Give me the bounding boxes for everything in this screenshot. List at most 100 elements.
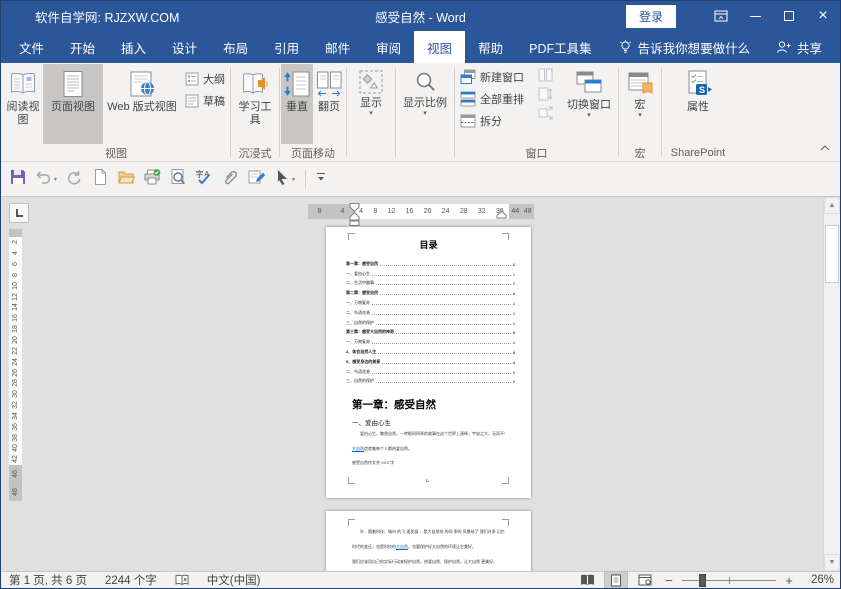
maximize-button[interactable] — [772, 1, 806, 31]
tab-pdf-tools[interactable]: PDF工具集 — [516, 31, 605, 63]
print-layout-mini-icon — [611, 574, 621, 586]
ribbon-display-options-button[interactable] — [704, 1, 738, 31]
scroll-down-arrow[interactable]: ▼ — [824, 554, 840, 571]
section-heading: 一、爱由心生 — [352, 420, 391, 428]
scroll-up-arrow[interactable]: ▲ — [824, 197, 840, 214]
crop-mark — [348, 233, 355, 240]
vertical-scrollbar[interactable]: ▲ ▼ — [823, 197, 840, 571]
undo-button[interactable]: ▾ — [35, 168, 57, 191]
page2-body: 外、随着科技、城市 的飞 速发展 ，是大自然给 的四 季的 风景给了 我们许多 … — [352, 529, 505, 565]
immersive-group-label: 沉浸式 — [238, 147, 272, 160]
repeat-button[interactable] — [65, 168, 83, 191]
new-document-button[interactable] — [91, 168, 109, 191]
share-label: 共享 — [796, 41, 822, 56]
tell-me-label: 告诉我你想要做什么 — [637, 41, 751, 56]
zoom-slider-thumb[interactable] — [699, 573, 706, 587]
tab-selector-button[interactable] — [9, 203, 29, 223]
tab-references[interactable]: 引用 — [261, 31, 312, 63]
horizontal-ruler[interactable]: 84 4 8 12 16 20 24 28 32 36 44 48 — [308, 203, 534, 226]
show-dropdown-button[interactable]: 显示 ▾ — [348, 64, 394, 144]
language-indicator[interactable]: 中文(中国) — [207, 572, 261, 588]
web-layout-view-button[interactable] — [634, 572, 656, 588]
collapse-ribbon-button[interactable] — [820, 138, 830, 156]
group-divider — [346, 68, 347, 157]
brand-text: 软件自学网: RJZXW.COM — [35, 10, 180, 25]
draft-view-button[interactable]: 草稿 — [181, 90, 229, 112]
split-button[interactable]: 拆分 — [456, 110, 528, 132]
properties-button[interactable]: S 属性 — [678, 64, 718, 144]
side-to-side-button[interactable]: 翻页 — [313, 64, 345, 144]
word-count[interactable]: 2244 个字 — [105, 572, 157, 588]
switch-windows-button[interactable]: 切换窗口 ▾ — [561, 64, 617, 144]
tab-insert[interactable]: 插入 — [108, 31, 159, 63]
save-button[interactable] — [9, 168, 27, 191]
side-to-side-label: 翻页 — [318, 101, 340, 113]
tab-home[interactable]: 开始 — [57, 31, 108, 63]
zoom-dropdown-button[interactable]: 显示比例 ▾ — [397, 64, 453, 144]
document-page-1[interactable]: 目录 第一章：感受自然 1 一、爱由心生 1 二、生活中趣事 2 第二章：感受自然 2 一、万物… — [326, 227, 531, 498]
customize-toolbar-icon — [316, 170, 326, 188]
print-layout-button[interactable]: 页面视图 — [43, 64, 103, 144]
toc-list: 第一章：感受自然 1 一、爱由心生 1 二、生活中趣事 2 第二章：感受自然 2 一、万物复苏 2… — [346, 257, 515, 385]
scrollbar-thumb[interactable] — [825, 225, 839, 283]
tab-view[interactable]: 视图 — [414, 31, 466, 63]
customize-toolbar-button[interactable] — [316, 170, 326, 188]
arrange-all-button[interactable]: 全部重排 — [456, 88, 528, 110]
close-button[interactable]: × — [806, 1, 840, 31]
toolbar-separator — [305, 170, 307, 188]
read-mode-button[interactable]: 阅读视图 — [3, 64, 43, 144]
h-ruler-mid: 4 8 12 16 20 24 28 32 36 — [354, 204, 509, 219]
page-indicator[interactable]: 第 1 页, 共 6 页 — [9, 572, 87, 588]
tab-review[interactable]: 审阅 — [363, 31, 414, 63]
v-ruler-mid: 2 4 6 8 10 12 14 16 18 20 22 24 26 28 30 32 34 36 38 40 42 — [9, 237, 22, 465]
vertical-label: 垂直 — [286, 101, 308, 113]
view-side-by-side-icon[interactable] — [538, 68, 553, 82]
new-window-button[interactable]: 新建窗口 — [456, 66, 528, 88]
draft-icon — [185, 94, 199, 108]
zoom-slider[interactable] — [682, 573, 776, 587]
hyperlink[interactable]: 大自然 — [352, 446, 364, 451]
login-button[interactable]: 登录 — [625, 4, 676, 28]
print-layout-view-button[interactable] — [604, 571, 628, 588]
zoom-out-button[interactable]: − — [663, 573, 675, 588]
tab-layout[interactable]: 布局 — [210, 31, 261, 63]
indent-markers[interactable] — [349, 203, 360, 228]
toc-entry: 二、生活中趣事 2 — [346, 280, 515, 287]
read-mode-view-button[interactable] — [576, 572, 598, 588]
tab-file[interactable]: 文件 — [6, 31, 57, 63]
attachment-button[interactable] — [221, 168, 239, 191]
spelling-button[interactable]: 字A — [195, 168, 213, 191]
tell-me-box[interactable]: 告诉我你想要做什么 — [619, 31, 751, 63]
minimize-button[interactable] — [738, 1, 772, 31]
edit-button[interactable] — [247, 168, 266, 191]
learning-tools-button[interactable]: 学习工具 — [232, 64, 278, 144]
right-indent-marker[interactable] — [496, 210, 507, 221]
window-title: 感受自然 - Word — [375, 10, 466, 25]
chapter-heading: 第一章：感受自然 — [352, 399, 436, 412]
hyperlink[interactable]: 大自然 — [396, 544, 408, 549]
reset-window-position-icon[interactable] — [538, 106, 553, 120]
tab-mailings[interactable]: 邮件 — [312, 31, 363, 63]
proofing-status-icon[interactable] — [175, 574, 189, 587]
zoom-percentage[interactable]: 26% — [802, 574, 834, 586]
tab-design[interactable]: 设计 — [159, 31, 210, 63]
touch-mode-button[interactable]: ▾ — [273, 168, 295, 191]
new-window-icon — [460, 69, 476, 84]
macros-button[interactable]: 宏 ▾ — [620, 64, 660, 144]
vertical-ruler[interactable]: 2 4 6 8 10 12 14 16 18 20 22 24 26 28 30 32 34 36 38 40 42 4… — [9, 229, 22, 501]
vertical-button[interactable]: 垂直 — [281, 64, 313, 144]
open-button[interactable] — [117, 168, 136, 191]
lightbulb-icon — [619, 40, 631, 53]
print-preview-button[interactable] — [169, 168, 187, 191]
v-ruler-bottom: 46 48 — [9, 465, 22, 501]
share-button[interactable]: 共享 — [776, 31, 822, 63]
chevron-down-icon: ▾ — [54, 176, 58, 183]
zoom-in-button[interactable]: + — [783, 573, 795, 588]
quick-print-button[interactable] — [143, 168, 161, 191]
document-page-2[interactable]: 外、随着科技、城市 的飞 速发展 ，是大自然给 的四 季的 风景给了 我们许多 … — [326, 511, 531, 571]
learning-tools-label: 学习工具 — [238, 101, 272, 126]
synchronous-scrolling-icon[interactable] — [538, 87, 553, 101]
outline-view-button[interactable]: 大纲 — [181, 68, 229, 90]
tab-help[interactable]: 帮助 — [465, 31, 516, 63]
web-layout-button[interactable]: Web 版式视图 — [103, 64, 181, 144]
